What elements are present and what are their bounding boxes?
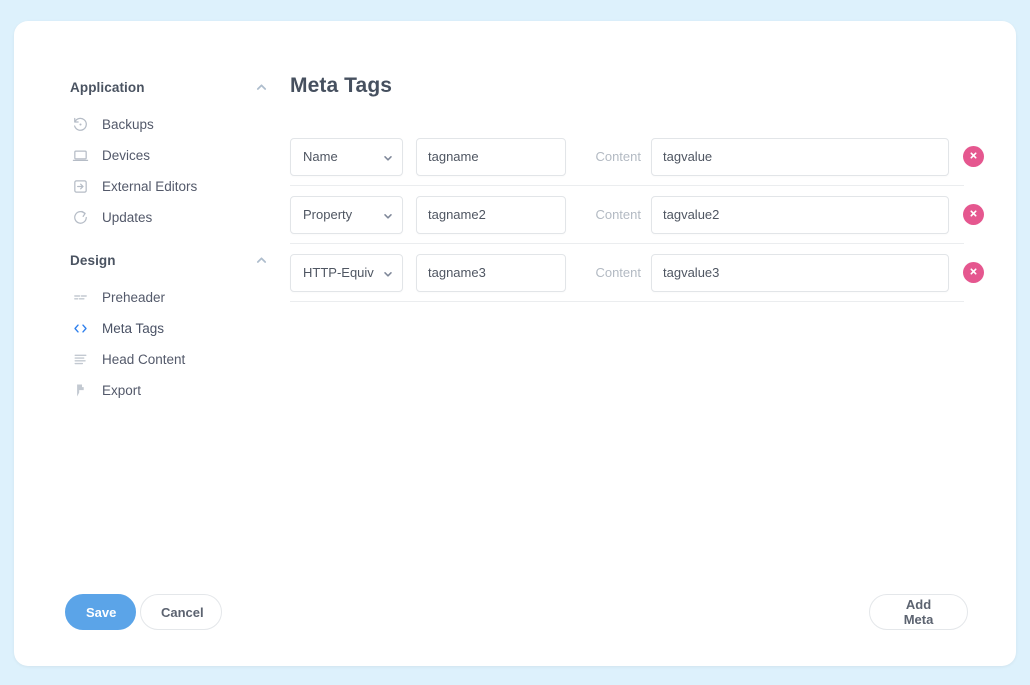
meta-name-input[interactable] bbox=[416, 195, 566, 234]
sidebar-item-updates[interactable]: Updates bbox=[58, 202, 280, 233]
sidebar-item-label: Export bbox=[102, 383, 142, 398]
chevron-up-icon[interactable] bbox=[255, 254, 268, 267]
bolt-icon bbox=[71, 382, 89, 400]
main-content: Meta Tags NamePropertyHTTP-Equiv Content bbox=[290, 74, 984, 302]
footer-actions: Save Cancel Add Meta bbox=[14, 594, 1016, 634]
meta-tag-row: NamePropertyHTTP-Equiv Content bbox=[290, 244, 984, 302]
application-card: Application Backups Devices External Edi… bbox=[14, 21, 1016, 666]
sidebar-item-label: Meta Tags bbox=[102, 321, 165, 336]
meta-name-input[interactable] bbox=[416, 137, 566, 176]
dashed-lines-icon bbox=[71, 289, 89, 307]
text-lines-icon bbox=[71, 351, 89, 369]
sidebar-item-label: Updates bbox=[102, 210, 153, 225]
sidebar-item-export[interactable]: Export bbox=[58, 375, 280, 406]
sidebar-group-title-application: Application bbox=[70, 79, 145, 95]
sidebar-group-design: Design Preheader Meta Tags Head Content … bbox=[58, 247, 280, 406]
meta-tag-row: NamePropertyHTTP-Equiv Content bbox=[290, 186, 984, 244]
meta-content-input[interactable] bbox=[651, 253, 949, 292]
sidebar-group-header-application[interactable]: Application bbox=[58, 74, 280, 100]
meta-tag-row: NamePropertyHTTP-Equiv Content bbox=[290, 128, 984, 186]
sidebar-item-meta-tags[interactable]: Meta Tags bbox=[58, 313, 280, 344]
page-title: Meta Tags bbox=[290, 74, 393, 97]
sidebar-item-label: External Editors bbox=[102, 179, 198, 194]
add-meta-button[interactable]: Add Meta bbox=[869, 594, 968, 630]
meta-content-input[interactable] bbox=[651, 137, 949, 176]
laptop-icon bbox=[71, 147, 89, 165]
delete-meta-tag-button[interactable] bbox=[963, 204, 984, 225]
close-circle-icon bbox=[968, 149, 979, 164]
refresh-circle-icon bbox=[71, 209, 89, 227]
meta-type-select-wrapper: NamePropertyHTTP-Equiv bbox=[290, 253, 403, 292]
sidebar-items-design: Preheader Meta Tags Head Content Export bbox=[58, 282, 280, 406]
meta-type-select-wrapper: NamePropertyHTTP-Equiv bbox=[290, 195, 403, 234]
sidebar-item-head-content[interactable]: Head Content bbox=[58, 344, 280, 375]
meta-type-select-wrapper: NamePropertyHTTP-Equiv bbox=[290, 137, 403, 176]
restore-clock-icon bbox=[71, 116, 89, 134]
meta-type-select[interactable]: NamePropertyHTTP-Equiv bbox=[290, 195, 403, 234]
sidebar-item-label: Backups bbox=[102, 117, 154, 132]
sidebar-item-devices[interactable]: Devices bbox=[58, 140, 280, 171]
meta-name-input[interactable] bbox=[416, 253, 566, 292]
sidebar-item-preheader[interactable]: Preheader bbox=[58, 282, 280, 313]
sidebar-navigation: Application Backups Devices External Edi… bbox=[58, 74, 280, 412]
sidebar-item-external-editors[interactable]: External Editors bbox=[58, 171, 280, 202]
delete-meta-tag-button[interactable] bbox=[963, 146, 984, 167]
chevron-up-icon[interactable] bbox=[255, 81, 268, 94]
sidebar-group-header-design[interactable]: Design bbox=[58, 247, 280, 273]
sidebar-items-application: Backups Devices External Editors Updates bbox=[58, 109, 280, 233]
sidebar-item-label: Head Content bbox=[102, 352, 186, 367]
meta-type-select[interactable]: NamePropertyHTTP-Equiv bbox=[290, 253, 403, 292]
delete-meta-tag-button[interactable] bbox=[963, 262, 984, 283]
external-link-box-icon bbox=[71, 178, 89, 196]
close-circle-icon bbox=[968, 207, 979, 222]
sidebar-group-application: Application Backups Devices External Edi… bbox=[58, 74, 280, 233]
close-circle-icon bbox=[968, 265, 979, 280]
content-label: Content bbox=[595, 265, 641, 280]
content-label: Content bbox=[595, 149, 641, 164]
save-button[interactable]: Save bbox=[65, 594, 136, 630]
cancel-button[interactable]: Cancel bbox=[140, 594, 222, 630]
meta-content-input[interactable] bbox=[651, 195, 949, 234]
sidebar-item-label: Preheader bbox=[102, 290, 166, 305]
sidebar-item-backups[interactable]: Backups bbox=[58, 109, 280, 140]
sidebar-group-title-design: Design bbox=[70, 252, 116, 268]
meta-tags-list: NamePropertyHTTP-Equiv Content bbox=[290, 128, 984, 302]
code-brackets-icon bbox=[71, 320, 89, 338]
meta-type-select[interactable]: NamePropertyHTTP-Equiv bbox=[290, 137, 403, 176]
content-label: Content bbox=[595, 207, 641, 222]
sidebar-item-label: Devices bbox=[102, 148, 151, 163]
